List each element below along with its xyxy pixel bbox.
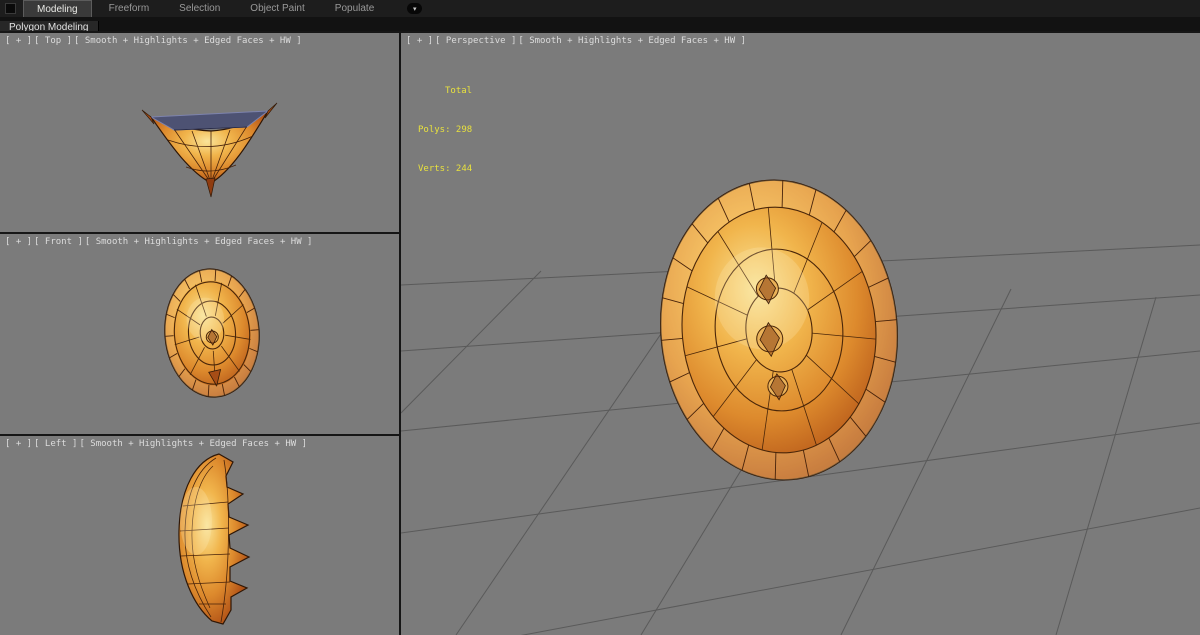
- turtle-shell-model[interactable]: [178, 453, 251, 625]
- viewport-statistics: Total Polys: 298 Verts: 244: [418, 59, 472, 202]
- viewport-canvas-front: [161, 266, 264, 400]
- ribbon-tab-populate[interactable]: Populate: [322, 0, 387, 17]
- turtle-shell-model[interactable]: [141, 102, 278, 198]
- viewport-menu-shading[interactable]: [ Smooth + Highlights + Edged Faces + HW…: [79, 439, 307, 449]
- ribbon-minimize-icon[interactable]: ▾: [407, 3, 423, 14]
- stats-polys: Polys: 298: [418, 125, 473, 135]
- viewport-menu-view[interactable]: [ Front ]: [34, 237, 83, 247]
- ribbon-tab-selection[interactable]: Selection: [166, 0, 233, 17]
- viewport-menu-plus[interactable]: [ + ]: [5, 237, 32, 247]
- ribbon-panel-bar: Polygon Modeling: [0, 17, 1200, 35]
- viewport-menu-plus[interactable]: [ + ]: [5, 36, 32, 46]
- viewport-label: [ + ] [ Front ] [ Smooth + Highlights + …: [5, 237, 312, 247]
- viewport-menu-view[interactable]: [ Left ]: [34, 439, 77, 449]
- ribbon-tab-freeform[interactable]: Freeform: [96, 0, 163, 17]
- viewport-menu-view[interactable]: [ Top ]: [34, 36, 72, 46]
- viewport-perspective[interactable]: [ + ] [ Perspective ] [ Smooth + Highlig…: [401, 33, 1200, 635]
- viewport-label: [ + ] [ Perspective ] [ Smooth + Highlig…: [406, 36, 746, 46]
- viewport-menu-shading[interactable]: [ Smooth + Highlights + Edged Faces + HW…: [85, 237, 313, 247]
- stats-total-label: Total: [445, 86, 473, 96]
- viewport-canvas-perspective: [401, 170, 1200, 635]
- viewport-menu-plus[interactable]: [ + ]: [5, 439, 32, 449]
- turtle-shell-model[interactable]: [648, 170, 909, 490]
- viewport-canvas-top: [141, 102, 278, 198]
- viewport-canvas-left: [178, 453, 251, 625]
- viewport-label: [ + ] [ Top ] [ Smooth + Highlights + Ed…: [5, 36, 302, 46]
- viewport-menu-shading[interactable]: [ Smooth + Highlights + Edged Faces + HW…: [74, 36, 302, 46]
- app-menu-icon[interactable]: [5, 3, 16, 14]
- viewport-top[interactable]: [ + ] [ Top ] [ Smooth + Highlights + Ed…: [0, 33, 399, 232]
- turtle-shell-model[interactable]: [161, 266, 264, 400]
- viewport-menu-shading[interactable]: [ Smooth + Highlights + Edged Faces + HW…: [518, 36, 746, 46]
- viewport-label: [ + ] [ Left ] [ Smooth + Highlights + E…: [5, 439, 307, 449]
- viewport-front[interactable]: [ + ] [ Front ] [ Smooth + Highlights + …: [0, 234, 399, 434]
- viewport-menu-plus[interactable]: [ + ]: [406, 36, 433, 46]
- viewport-menu-view[interactable]: [ Perspective ]: [435, 36, 516, 46]
- ribbon-tab-object-paint[interactable]: Object Paint: [237, 0, 317, 17]
- stats-verts: Verts: 244: [418, 164, 473, 174]
- ribbon-tab-modeling[interactable]: Modeling: [23, 0, 92, 17]
- ribbon-tab-bar: Modeling Freeform Selection Object Paint…: [0, 0, 1200, 17]
- viewport-left[interactable]: [ + ] [ Left ] [ Smooth + Highlights + E…: [0, 436, 399, 635]
